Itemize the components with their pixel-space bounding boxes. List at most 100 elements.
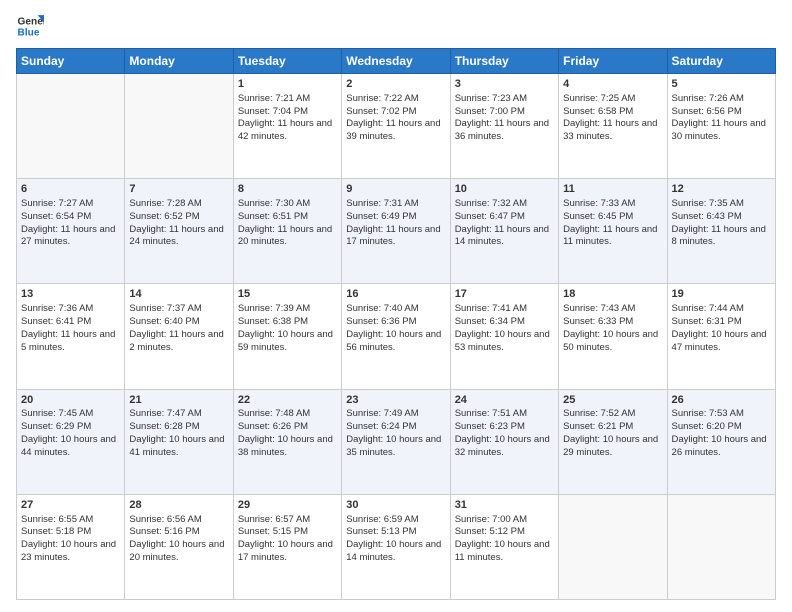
calendar-week-row: 1Sunrise: 7:21 AMSunset: 7:04 PMDaylight…	[17, 74, 776, 179]
day-number: 7	[129, 182, 228, 197]
day-number: 27	[21, 498, 120, 513]
daylight-text: Daylight: 10 hours and 29 minutes.	[563, 434, 662, 460]
sunset-text: Sunset: 6:23 PM	[455, 421, 554, 434]
sunrise-text: Sunrise: 7:21 AM	[238, 93, 337, 106]
sunset-text: Sunset: 6:41 PM	[21, 316, 120, 329]
calendar-cell	[17, 74, 125, 179]
daylight-text: Daylight: 11 hours and 27 minutes.	[21, 224, 120, 250]
calendar-cell: 9Sunrise: 7:31 AMSunset: 6:49 PMDaylight…	[342, 179, 450, 284]
sunset-text: Sunset: 6:49 PM	[346, 211, 445, 224]
day-number: 22	[238, 393, 337, 408]
day-number: 26	[672, 393, 771, 408]
daylight-text: Daylight: 11 hours and 30 minutes.	[672, 118, 771, 144]
calendar-cell: 19Sunrise: 7:44 AMSunset: 6:31 PMDayligh…	[667, 284, 775, 389]
calendar-cell: 28Sunrise: 6:56 AMSunset: 5:16 PMDayligh…	[125, 494, 233, 599]
daylight-text: Daylight: 10 hours and 14 minutes.	[346, 539, 445, 565]
logo-icon: General Blue	[16, 12, 44, 40]
daylight-text: Daylight: 11 hours and 20 minutes.	[238, 224, 337, 250]
day-number: 19	[672, 287, 771, 302]
sunset-text: Sunset: 6:51 PM	[238, 211, 337, 224]
calendar-cell: 15Sunrise: 7:39 AMSunset: 6:38 PMDayligh…	[233, 284, 341, 389]
sunrise-text: Sunrise: 7:53 AM	[672, 408, 771, 421]
day-number: 18	[563, 287, 662, 302]
day-number: 6	[21, 182, 120, 197]
calendar-cell	[125, 74, 233, 179]
svg-text:Blue: Blue	[18, 27, 40, 38]
sunset-text: Sunset: 5:15 PM	[238, 526, 337, 539]
day-number: 25	[563, 393, 662, 408]
day-number: 15	[238, 287, 337, 302]
daylight-text: Daylight: 10 hours and 50 minutes.	[563, 329, 662, 355]
sunrise-text: Sunrise: 6:59 AM	[346, 514, 445, 527]
daylight-text: Daylight: 10 hours and 32 minutes.	[455, 434, 554, 460]
calendar-header-saturday: Saturday	[667, 49, 775, 74]
day-number: 28	[129, 498, 228, 513]
sunrise-text: Sunrise: 7:25 AM	[563, 93, 662, 106]
daylight-text: Daylight: 11 hours and 39 minutes.	[346, 118, 445, 144]
calendar-header-thursday: Thursday	[450, 49, 558, 74]
sunrise-text: Sunrise: 7:30 AM	[238, 198, 337, 211]
day-number: 11	[563, 182, 662, 197]
sunset-text: Sunset: 6:26 PM	[238, 421, 337, 434]
sunrise-text: Sunrise: 7:49 AM	[346, 408, 445, 421]
daylight-text: Daylight: 11 hours and 2 minutes.	[129, 329, 228, 355]
sunset-text: Sunset: 6:43 PM	[672, 211, 771, 224]
sunrise-text: Sunrise: 7:41 AM	[455, 303, 554, 316]
daylight-text: Daylight: 11 hours and 14 minutes.	[455, 224, 554, 250]
sunset-text: Sunset: 7:04 PM	[238, 106, 337, 119]
sunrise-text: Sunrise: 7:26 AM	[672, 93, 771, 106]
sunrise-text: Sunrise: 6:57 AM	[238, 514, 337, 527]
day-number: 23	[346, 393, 445, 408]
sunset-text: Sunset: 6:40 PM	[129, 316, 228, 329]
day-number: 13	[21, 287, 120, 302]
day-number: 5	[672, 77, 771, 92]
calendar-cell: 22Sunrise: 7:48 AMSunset: 6:26 PMDayligh…	[233, 389, 341, 494]
calendar-cell: 10Sunrise: 7:32 AMSunset: 6:47 PMDayligh…	[450, 179, 558, 284]
day-number: 4	[563, 77, 662, 92]
svg-text:General: General	[18, 16, 44, 27]
daylight-text: Daylight: 10 hours and 41 minutes.	[129, 434, 228, 460]
sunset-text: Sunset: 6:38 PM	[238, 316, 337, 329]
daylight-text: Daylight: 10 hours and 17 minutes.	[238, 539, 337, 565]
day-number: 16	[346, 287, 445, 302]
sunrise-text: Sunrise: 7:32 AM	[455, 198, 554, 211]
calendar-header-row: SundayMondayTuesdayWednesdayThursdayFrid…	[17, 49, 776, 74]
sunrise-text: Sunrise: 7:23 AM	[455, 93, 554, 106]
sunrise-text: Sunrise: 7:31 AM	[346, 198, 445, 211]
calendar-header-monday: Monday	[125, 49, 233, 74]
logo: General Blue	[16, 12, 28, 40]
calendar-cell	[667, 494, 775, 599]
calendar-week-row: 6Sunrise: 7:27 AMSunset: 6:54 PMDaylight…	[17, 179, 776, 284]
sunrise-text: Sunrise: 7:47 AM	[129, 408, 228, 421]
sunset-text: Sunset: 5:13 PM	[346, 526, 445, 539]
calendar-cell: 27Sunrise: 6:55 AMSunset: 5:18 PMDayligh…	[17, 494, 125, 599]
calendar-cell: 8Sunrise: 7:30 AMSunset: 6:51 PMDaylight…	[233, 179, 341, 284]
daylight-text: Daylight: 11 hours and 5 minutes.	[21, 329, 120, 355]
sunrise-text: Sunrise: 7:45 AM	[21, 408, 120, 421]
calendar-table: SundayMondayTuesdayWednesdayThursdayFrid…	[16, 48, 776, 600]
sunrise-text: Sunrise: 7:00 AM	[455, 514, 554, 527]
sunset-text: Sunset: 6:36 PM	[346, 316, 445, 329]
daylight-text: Daylight: 11 hours and 11 minutes.	[563, 224, 662, 250]
calendar-cell: 4Sunrise: 7:25 AMSunset: 6:58 PMDaylight…	[559, 74, 667, 179]
sunset-text: Sunset: 6:29 PM	[21, 421, 120, 434]
sunrise-text: Sunrise: 7:36 AM	[21, 303, 120, 316]
sunset-text: Sunset: 6:31 PM	[672, 316, 771, 329]
daylight-text: Daylight: 10 hours and 44 minutes.	[21, 434, 120, 460]
sunrise-text: Sunrise: 7:43 AM	[563, 303, 662, 316]
calendar-cell: 13Sunrise: 7:36 AMSunset: 6:41 PMDayligh…	[17, 284, 125, 389]
day-number: 12	[672, 182, 771, 197]
sunset-text: Sunset: 6:58 PM	[563, 106, 662, 119]
day-number: 29	[238, 498, 337, 513]
daylight-text: Daylight: 10 hours and 26 minutes.	[672, 434, 771, 460]
sunrise-text: Sunrise: 7:44 AM	[672, 303, 771, 316]
sunrise-text: Sunrise: 7:48 AM	[238, 408, 337, 421]
day-number: 2	[346, 77, 445, 92]
day-number: 24	[455, 393, 554, 408]
calendar-cell: 24Sunrise: 7:51 AMSunset: 6:23 PMDayligh…	[450, 389, 558, 494]
sunset-text: Sunset: 6:28 PM	[129, 421, 228, 434]
sunset-text: Sunset: 5:16 PM	[129, 526, 228, 539]
daylight-text: Daylight: 11 hours and 8 minutes.	[672, 224, 771, 250]
calendar-cell: 12Sunrise: 7:35 AMSunset: 6:43 PMDayligh…	[667, 179, 775, 284]
calendar-cell: 31Sunrise: 7:00 AMSunset: 5:12 PMDayligh…	[450, 494, 558, 599]
